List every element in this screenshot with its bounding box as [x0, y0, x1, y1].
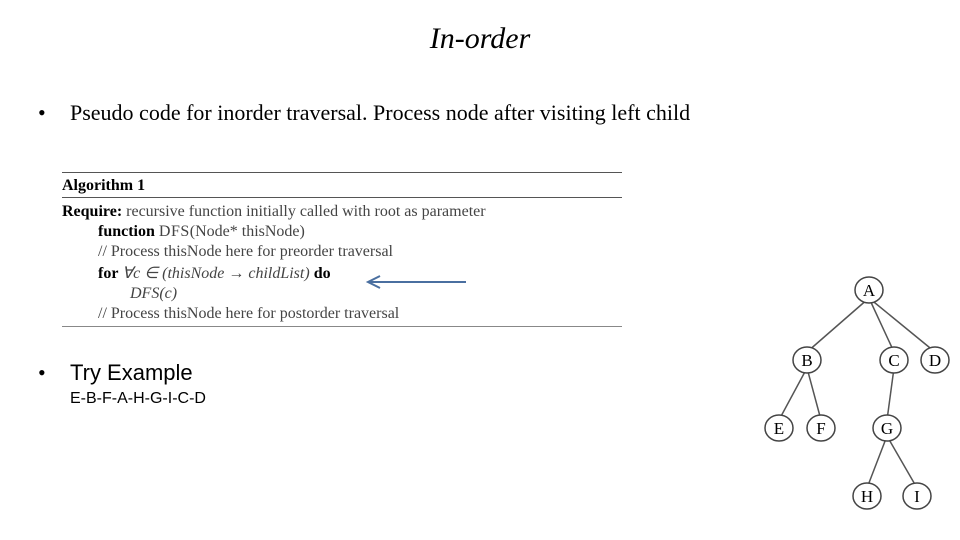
algo-function-line: function DFS(Node* thisNode) [62, 222, 622, 242]
do-keyword: do [310, 265, 331, 282]
bullet-dot: • [30, 100, 70, 126]
pseudocode-block: Algorithm 1 Require: recursive function … [62, 170, 622, 331]
require-text: recursive function initially called with… [122, 203, 485, 220]
tree-node-d: D [929, 351, 941, 370]
try-example-section: • Try Example E-B-F-A-H-G-I-C-D [30, 360, 630, 408]
tree-node-i: I [914, 487, 920, 506]
try-label: Try Example [70, 360, 193, 386]
bullet-list: • Pseudo code for inorder traversal. Pro… [30, 100, 770, 132]
for-condition: ∀c ∈ (thisNode → childList) [122, 265, 310, 282]
algo-recursive-call: DFS(c) [62, 284, 622, 304]
arrow-annotation-icon [362, 275, 468, 289]
function-name: DFS [159, 223, 190, 240]
bullet-dot: • [30, 360, 70, 386]
slide-title: In-order [0, 22, 960, 56]
tree-node-f: F [816, 419, 825, 438]
algo-preorder-comment: // Process thisNode here for preorder tr… [62, 242, 622, 262]
algo-heading: Algorithm 1 [62, 177, 622, 195]
slide: In-order • Pseudo code for inorder trave… [0, 0, 960, 540]
try-example-heading: • Try Example [30, 360, 630, 386]
function-keyword: function [98, 223, 159, 240]
tree-node-c: C [888, 351, 899, 370]
require-keyword: Require: [62, 203, 122, 220]
tree-node-b: B [801, 351, 812, 370]
bullet-item: • Pseudo code for inorder traversal. Pro… [30, 100, 770, 126]
algo-require: Require: recursive function initially ca… [62, 202, 622, 222]
tree-node-h: H [861, 487, 873, 506]
tree-diagram: A B C D E F G H I [749, 268, 954, 528]
for-keyword: for [98, 265, 122, 282]
tree-node-g: G [881, 419, 893, 438]
tree-node-a: A [863, 281, 876, 300]
bullet-text: Pseudo code for inorder traversal. Proce… [70, 100, 770, 126]
tree-node-e: E [774, 419, 784, 438]
algo-postorder-comment: // Process thisNode here for postorder t… [62, 304, 622, 324]
algo-for-line: for ∀c ∈ (thisNode → childList) do [62, 262, 622, 284]
function-signature: (Node* thisNode) [190, 223, 305, 240]
try-answer: E-B-F-A-H-G-I-C-D [30, 390, 630, 408]
